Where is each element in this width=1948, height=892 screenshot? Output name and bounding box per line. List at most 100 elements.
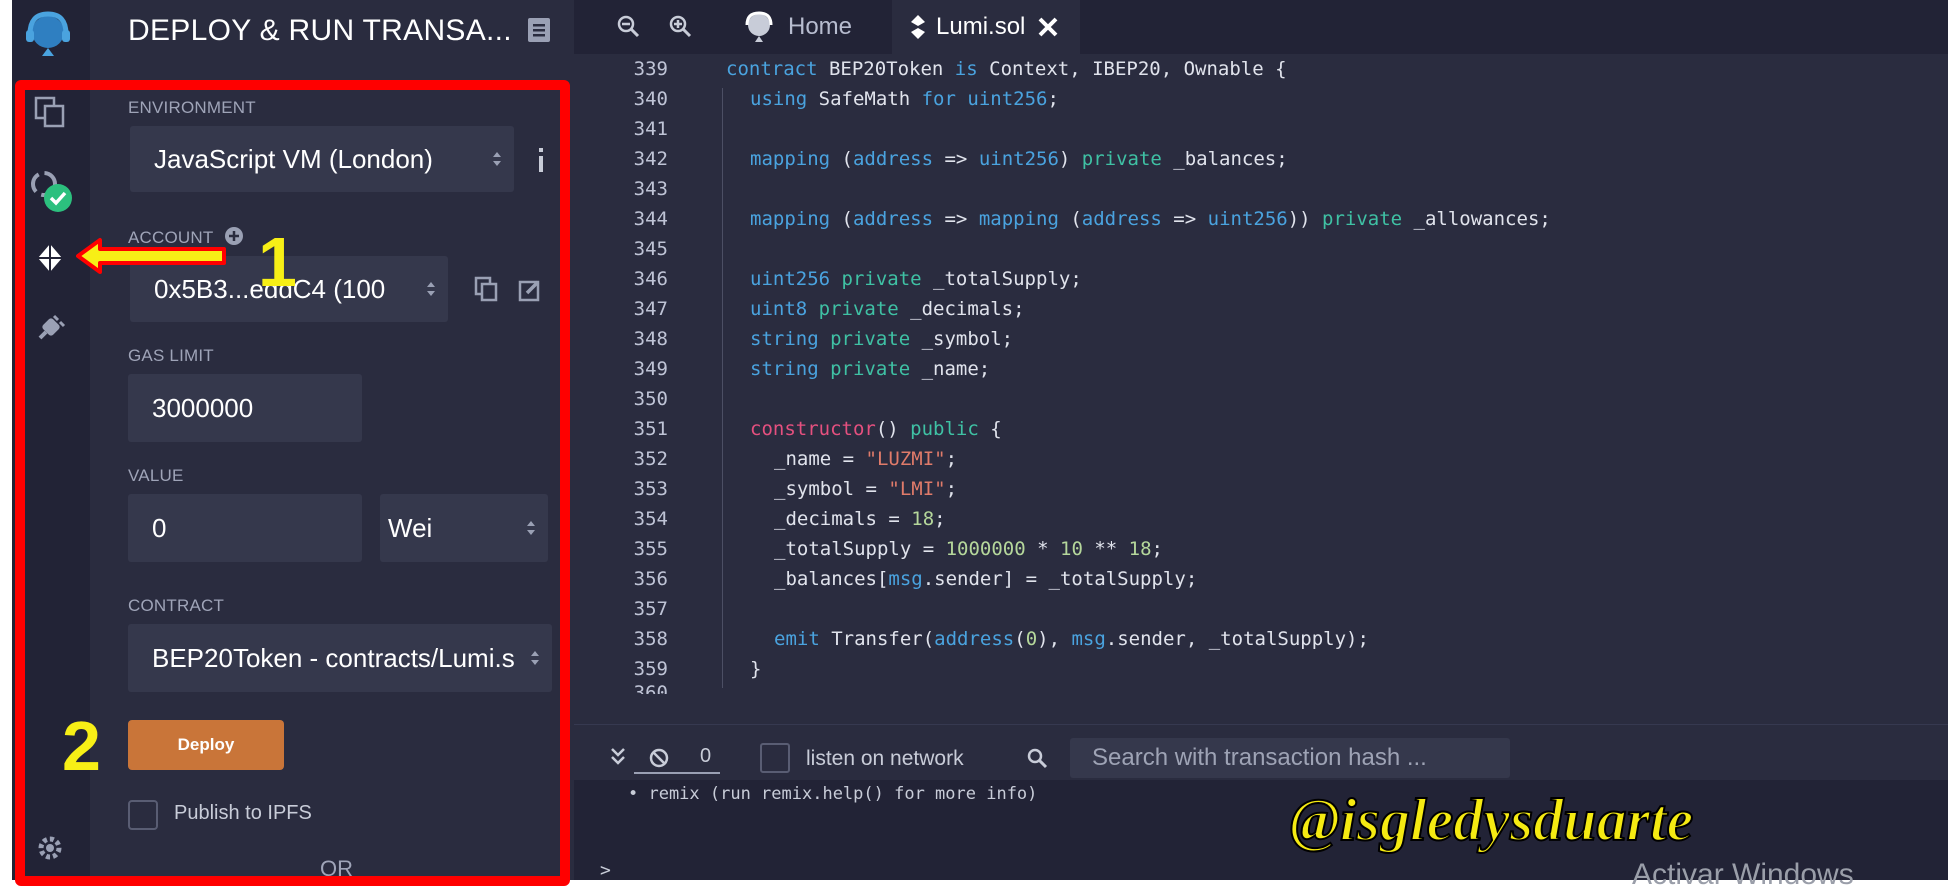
code-line: mapping (address => mapping (address => … (750, 208, 1551, 230)
line-number: 345 (633, 238, 668, 260)
close-icon[interactable] (1037, 16, 1059, 38)
code-token: uint256 (750, 268, 831, 290)
step-1-annotation: 1 (258, 223, 297, 301)
code-token: address (852, 208, 934, 230)
search-icon[interactable] (1026, 747, 1048, 769)
code-token: ; (934, 508, 946, 530)
code-token: BEP20Token (817, 58, 955, 80)
tab-lumi-sol-label: Lumi.sol (936, 13, 1026, 40)
code-token: uint256 (1207, 208, 1288, 230)
code-line: _symbol = "LMI"; (774, 478, 957, 500)
step-2-annotation: 2 (62, 707, 101, 785)
code-token: )) (1287, 208, 1323, 230)
code-token: "LMI" (888, 478, 946, 500)
terminal-divider (634, 772, 720, 774)
code-token: ** (1082, 538, 1129, 560)
code-token: () (875, 418, 911, 440)
zoom-out-icon[interactable] (616, 14, 640, 38)
home-icon (745, 11, 773, 42)
code-editor[interactable]: contract BEP20Token is Context, IBEP20, … (704, 54, 1948, 694)
code-line: mapping (address => uint256) private _ba… (750, 148, 1288, 170)
code-token: uint256 (967, 88, 1048, 110)
doc-icon[interactable] (526, 16, 552, 44)
code-token: uint8 (750, 298, 808, 320)
code-token: contract (726, 58, 818, 80)
activate-windows-watermark: Activar Windows (1632, 858, 1854, 891)
code-token: ), (1037, 628, 1072, 650)
code-token: .sender] = _totalSupply; (922, 568, 1198, 590)
code-token: mapping (750, 208, 831, 230)
code-line: } (750, 658, 761, 680)
code-token: public (910, 418, 979, 440)
code-token: private (1081, 148, 1162, 170)
code-line: constructor() public { (750, 418, 1002, 440)
line-number: 349 (633, 358, 668, 380)
code-token: address (1081, 208, 1162, 230)
code-token: emit (774, 628, 820, 650)
transaction-search-input[interactable]: Search with transaction hash ... (1070, 738, 1510, 778)
line-number: 358 (633, 628, 668, 650)
terminal-prompt[interactable]: > (600, 860, 611, 881)
code-token: for (921, 88, 956, 110)
code-token: private (818, 298, 899, 320)
code-token: constructor (750, 418, 876, 440)
code-line: _decimals = 18; (774, 508, 946, 530)
code-token: _name; (910, 358, 991, 380)
code-token: 0 (1025, 628, 1038, 650)
code-token: mapping (978, 208, 1059, 230)
line-number: 353 (633, 478, 668, 500)
line-number: 343 (633, 178, 668, 200)
indent-guide (722, 88, 723, 688)
collapse-icon[interactable] (610, 747, 626, 767)
code-token: _balances[ (774, 568, 889, 590)
code-token: using (750, 88, 808, 110)
line-number: 348 (633, 328, 668, 350)
line-number: 360 (633, 682, 668, 694)
code-token: ( (830, 208, 853, 230)
line-number: 346 (633, 268, 668, 290)
remix-ide: DEPLOY & RUN TRANSA... ENVIRONMENT JavaS… (0, 0, 1948, 892)
code-line: _balances[msg.sender] = _totalSupply; (774, 568, 1197, 590)
clear-icon[interactable] (648, 747, 670, 769)
listen-network-checkbox[interactable] (760, 743, 790, 773)
code-token: is (954, 58, 978, 80)
code-token: ; (945, 478, 958, 500)
code-token: private (830, 358, 911, 380)
code-line: uint256 private _totalSupply; (750, 268, 1082, 290)
code-token: address (934, 628, 1015, 650)
code-token: Transfer( (819, 628, 935, 650)
zoom-in-icon[interactable] (668, 14, 692, 38)
code-token: _totalSupply; (921, 268, 1082, 290)
code-token: mapping (750, 148, 831, 170)
terminal-log-line: • remix (run remix.help() for more info) (628, 784, 1038, 804)
code-line: contract BEP20Token is Context, IBEP20, … (726, 58, 1287, 80)
remix-logo-icon[interactable] (20, 8, 76, 58)
code-token: msg (888, 568, 923, 590)
listen-network-label: listen on network (806, 747, 964, 770)
line-number: 354 (633, 508, 668, 530)
code-token: => (933, 148, 979, 170)
code-token: => (1161, 208, 1208, 230)
code-token: SafeMath (807, 88, 922, 110)
line-number: 355 (633, 538, 668, 560)
code-token: "LUZMI" (865, 448, 946, 470)
code-token: _name = (774, 448, 866, 470)
line-number: 342 (633, 148, 668, 170)
code-token: } (750, 658, 762, 680)
code-token: private (841, 268, 922, 290)
code-token: ( (1058, 208, 1082, 230)
code-token: _decimals; (898, 298, 1025, 320)
code-line: emit Transfer(address(0), msg.sender, _t… (774, 628, 1369, 650)
code-token: string (750, 328, 819, 350)
line-number: 350 (633, 388, 668, 410)
code-token: _totalSupply = (774, 538, 946, 560)
code-token: private (1322, 208, 1403, 230)
tab-lumi-sol[interactable]: Lumi.sol (892, 0, 1080, 54)
code-token: address (852, 148, 934, 170)
arrow-annotation-icon (76, 238, 226, 274)
line-number: 352 (633, 448, 668, 470)
code-line: using SafeMath for uint256; (750, 88, 1059, 110)
line-number: 344 (633, 208, 668, 230)
tab-home-label: Home (788, 13, 853, 40)
line-number: 340 (633, 88, 668, 110)
